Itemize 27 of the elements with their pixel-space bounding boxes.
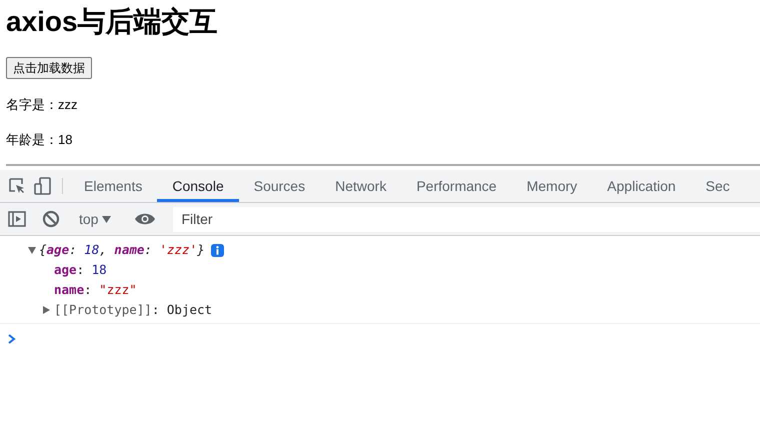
- expand-triangle-icon[interactable]: [28, 246, 36, 254]
- devtools-tab[interactable]: Memory: [512, 170, 592, 202]
- eye-icon[interactable]: [134, 212, 156, 226]
- prompt-chevron-icon: [8, 334, 16, 344]
- device-toolbar-icon[interactable]: [34, 177, 52, 195]
- caret-icon: [102, 216, 112, 222]
- devtools-tab[interactable]: Performance: [401, 170, 512, 202]
- info-text: 年龄是：18: [6, 131, 74, 149]
- info-text: 名字是：zzz: [6, 96, 78, 114]
- expand-triangle-icon[interactable]: [43, 306, 50, 314]
- clear-console-icon[interactable]: [42, 210, 60, 228]
- load-data-button[interactable]: 点击加载数据: [6, 57, 92, 79]
- inspect-element-icon[interactable]: [8, 177, 26, 195]
- object-summary: {age: 18, name: 'zzz'}: [39, 241, 205, 259]
- property-line: [[Prototype]]: Object: [54, 301, 212, 319]
- devtools-tab[interactable]: Sec: [690, 170, 745, 202]
- info-icon[interactable]: [210, 244, 224, 256]
- page-heading: axios与后端交互: [6, 5, 219, 39]
- property-line: name: "zzz": [54, 281, 137, 299]
- sidebar-toggle-icon[interactable]: [8, 210, 26, 228]
- devtools-tab[interactable]: Sources: [238, 170, 320, 202]
- devtools-tab[interactable]: Application: [592, 170, 691, 202]
- filter-field[interactable]: Filter: [173, 206, 760, 232]
- devtools-tab[interactable]: Network: [320, 170, 402, 202]
- property-line: age: 18: [54, 261, 107, 279]
- devtools-tab[interactable]: Elements: [69, 170, 158, 202]
- context-dropdown[interactable]: top: [73, 208, 118, 230]
